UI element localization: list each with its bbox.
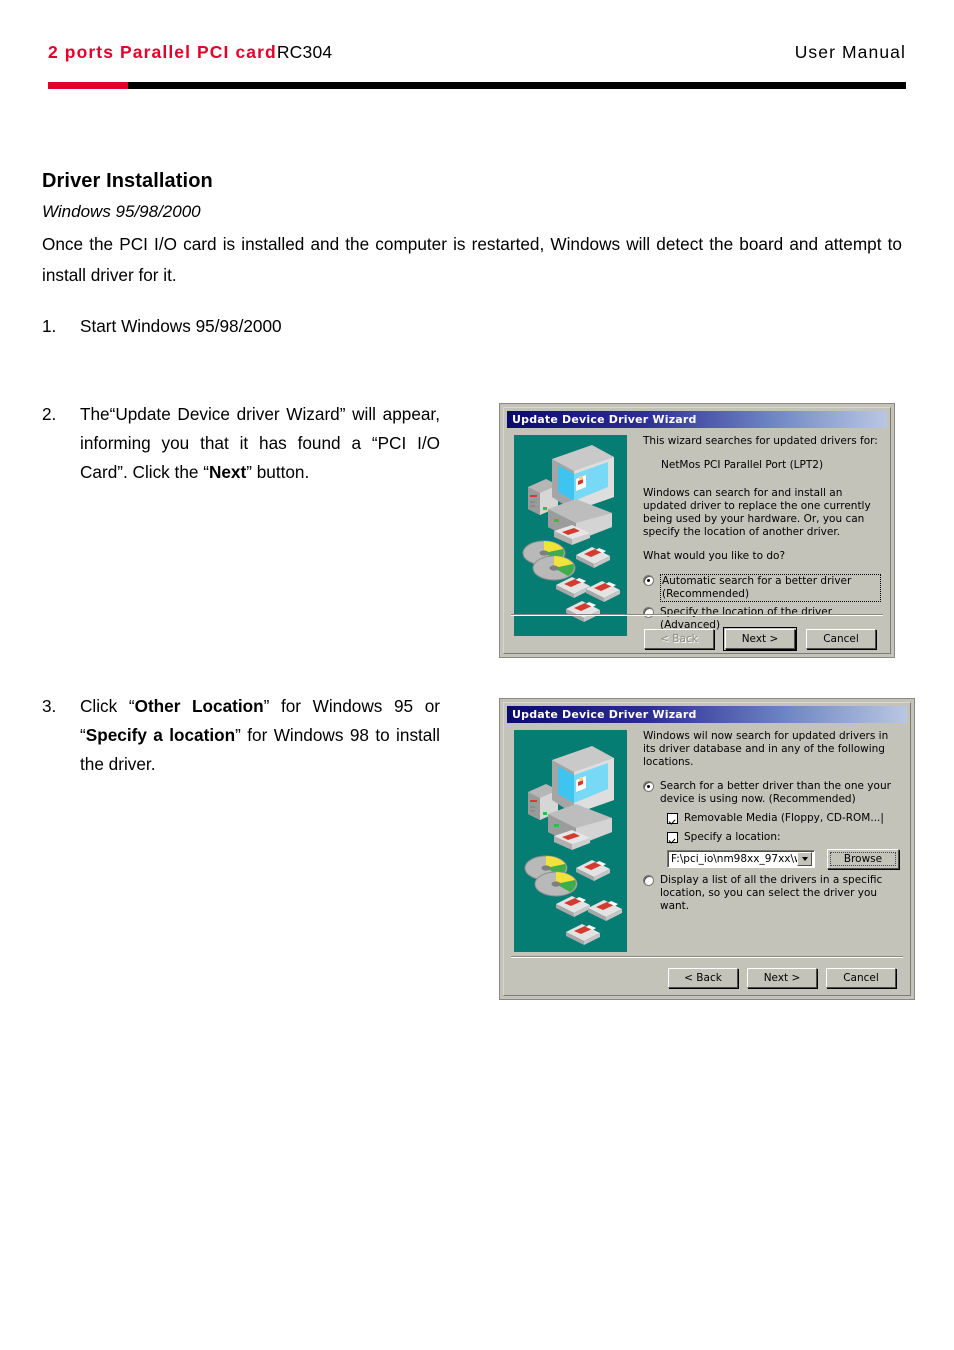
radio-search-better-driver-label: Search for a better driver than the one … [660,780,891,805]
browse-button[interactable]: Browse [827,849,899,869]
dialog-title: Update Device Driver Wizard [512,708,697,721]
header-title: 2 ports Parallel PCI cardRC304 [48,42,332,63]
dialog-titlebar[interactable]: Update Device Driver Wizard [507,411,887,428]
radio-search-better-driver[interactable]: Search for a better driver than the one … [643,780,901,806]
chevron-down-icon[interactable] [797,852,812,866]
checkbox-removable-media-label: Removable Media (Floppy, CD-ROM...| [684,812,884,824]
dialog-separator [511,614,883,616]
update-device-driver-wizard-dialog-2[interactable]: Update Device Driver Wizard Windows wil … [499,698,915,1000]
dialog-button-bar: < Back Next > Cancel [644,627,876,651]
detected-device-name: NetMos PCI Parallel Port (LPT2) [661,459,824,471]
document-body: Driver Installation Windows 95/98/2000 O… [42,170,912,291]
checkbox-icon[interactable] [667,813,678,824]
radio-button-icon[interactable] [643,575,654,586]
cancel-button[interactable]: Cancel [826,968,896,988]
back-button[interactable]: < Back [644,629,714,649]
radio-button-icon[interactable] [643,607,654,618]
computer-and-media-icon [514,730,627,952]
wizard-intro-line: Windows wil now search for updated drive… [643,730,889,768]
checkbox-specify-location-label: Specify a location: [684,831,781,843]
update-device-driver-wizard-dialog-1[interactable]: Update Device Driver Wizard This wizard … [499,403,895,658]
step-text: Click “Other Location” for Windows 95 or… [80,696,441,774]
wizard-illustration [514,435,627,636]
step-text: The“Update Device driver Wizard” will ap… [80,404,440,482]
header-model: RC304 [276,42,333,62]
computer-and-media-icon [514,435,627,627]
back-button[interactable]: < Back [668,968,738,988]
next-button[interactable]: Next > [725,629,795,649]
section-subtitle: Windows 95/98/2000 [42,202,201,221]
wizard-illustration [514,730,627,952]
next-button-default-frame: Next > [723,627,797,651]
step-text: Start Windows 95/98/2000 [80,316,282,336]
header-product-name: 2 ports Parallel PCI card [48,42,277,62]
next-button[interactable]: Next > [747,968,817,988]
radio-automatic-search[interactable]: Automatic search for a better driver (Re… [643,574,881,602]
wizard-question: What would you like to do? [643,550,786,562]
radio-button-icon[interactable] [643,781,654,792]
checkbox-removable-media[interactable]: Removable Media (Floppy, CD-ROM...| [667,812,901,825]
header-rule-black [128,82,906,89]
wizard-description: Windows can search for and install an up… [643,487,871,538]
page-header: 2 ports Parallel PCI cardRC304 User Manu… [48,42,906,90]
checkbox-specify-location[interactable]: Specify a location: [667,831,901,844]
section-intro-paragraph: Once the PCI I/O card is installed and t… [42,234,902,285]
radio-button-icon[interactable] [643,875,654,886]
radio-display-driver-list-label: Display a list of all the drivers in a s… [660,874,883,912]
wizard-intro-line: This wizard searches for updated drivers… [643,435,878,447]
header-document-type: User Manual [794,42,906,62]
step-item: 3. Click “Other Location” for Windows 95… [42,692,440,779]
dialog-button-bar: < Back Next > Cancel [668,968,896,988]
location-combobox[interactable]: F:\pci_io\nm98xx_97xx\wi [667,850,815,868]
step-number: 1. [42,316,57,336]
focus-outline [830,852,896,866]
step-item: 1. Start Windows 95/98/2000 [42,312,542,341]
step-number: 3. [42,696,57,716]
header-rule-red [48,82,128,89]
cancel-button[interactable]: Cancel [806,629,876,649]
step-number: 2. [42,404,57,424]
location-combobox-value: F:\pci_io\nm98xx_97xx\wi [671,852,797,865]
radio-automatic-search-label: Automatic search for a better driver (Re… [660,574,881,602]
radio-display-driver-list[interactable]: Display a list of all the drivers in a s… [643,874,901,913]
section-title: Driver Installation [42,170,213,192]
dialog-titlebar[interactable]: Update Device Driver Wizard [507,706,907,723]
checkbox-icon[interactable] [667,832,678,843]
dialog-title: Update Device Driver Wizard [512,413,697,426]
header-rule [48,82,906,89]
step-item: 2. The“Update Device driver Wizard” will… [42,400,440,487]
dialog-separator [511,956,903,958]
location-row: F:\pci_io\nm98xx_97xx\wi Browse [667,849,901,869]
